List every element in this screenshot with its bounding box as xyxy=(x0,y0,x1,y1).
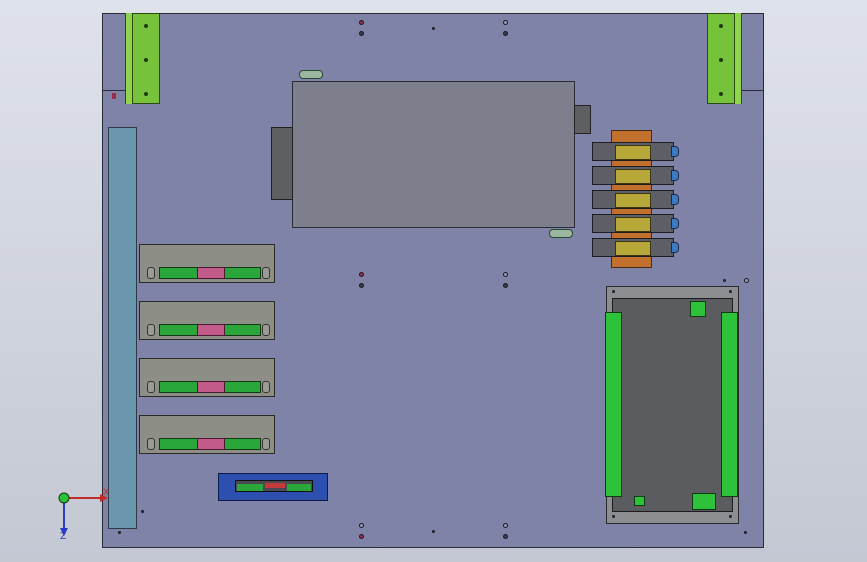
controller-screw xyxy=(612,515,615,518)
driver-slot xyxy=(147,267,155,279)
fastener-dot xyxy=(359,20,364,25)
driver-slot xyxy=(147,381,155,393)
fastener-dot xyxy=(503,20,508,25)
valve-cap xyxy=(671,170,679,181)
fastener-dot xyxy=(432,27,435,30)
valve-cap xyxy=(671,242,679,253)
rail-hole xyxy=(719,24,723,28)
valve-coil xyxy=(615,241,651,256)
driver-slot xyxy=(147,438,155,450)
power-supply-clip-top xyxy=(299,70,323,79)
driver-slot xyxy=(262,381,270,393)
solenoid-valve[interactable] xyxy=(592,166,679,185)
valve-coil xyxy=(615,145,651,160)
driver-terminal xyxy=(159,381,261,393)
solenoid-valve[interactable] xyxy=(592,238,679,257)
solenoid-valve[interactable] xyxy=(592,214,679,233)
valve-coil xyxy=(615,217,651,232)
din-rail xyxy=(108,127,137,529)
power-supply-side-left xyxy=(271,127,293,200)
fastener-dot xyxy=(432,530,435,533)
y-axis-origin xyxy=(58,492,70,504)
rail-hole xyxy=(719,58,723,62)
controller-led xyxy=(634,496,645,506)
controller-screw xyxy=(612,290,615,293)
driver-terminal-mid xyxy=(197,267,225,279)
plate-marker-red xyxy=(112,93,116,99)
board-terminal-green-left xyxy=(237,484,263,491)
terminal-board[interactable] xyxy=(218,473,328,501)
driver-terminal-mid xyxy=(197,324,225,336)
fastener-dot xyxy=(503,31,508,36)
driver-terminal-mid xyxy=(197,381,225,393)
stepper-driver-2[interactable] xyxy=(139,301,275,340)
driver-terminal xyxy=(159,267,261,279)
x-axis-label: X xyxy=(103,488,110,498)
fastener-dot xyxy=(503,272,508,277)
fastener-dot xyxy=(359,272,364,277)
fastener-dot xyxy=(359,534,364,539)
driver-terminal xyxy=(159,438,261,450)
rail-hole xyxy=(144,58,148,62)
power-supply-side-right xyxy=(574,105,591,134)
fastener-dot xyxy=(503,534,508,539)
fastener-dot xyxy=(503,523,508,528)
rail-strip-right xyxy=(734,13,742,104)
rail-hole xyxy=(144,24,148,28)
driver-slot xyxy=(262,438,270,450)
rail-left xyxy=(132,13,160,104)
fastener-dot xyxy=(744,278,749,283)
driver-terminal-mid xyxy=(197,438,225,450)
fastener-dot xyxy=(359,283,364,288)
fastener-dot xyxy=(359,523,364,528)
solenoid-valve[interactable] xyxy=(592,142,679,161)
driver-slot xyxy=(262,267,270,279)
power-supply-box[interactable] xyxy=(292,81,575,228)
z-axis-label: Z xyxy=(60,532,67,542)
valve-cap xyxy=(671,218,679,229)
fastener-dot xyxy=(723,279,726,282)
board-terminal-green-right xyxy=(287,484,311,491)
rail-hole xyxy=(719,92,723,96)
stepper-driver-4[interactable] xyxy=(139,415,275,454)
rail-right xyxy=(707,13,735,104)
controller-terminal-left xyxy=(605,312,622,497)
valve-coil xyxy=(615,169,651,184)
stepper-driver-3[interactable] xyxy=(139,358,275,397)
controller-terminal-right xyxy=(721,312,738,497)
driver-slot xyxy=(147,324,155,336)
motion-controller[interactable] xyxy=(612,298,733,512)
board-terminal-red xyxy=(265,483,285,488)
fastener-dot xyxy=(503,283,508,288)
stepper-driver-1[interactable] xyxy=(139,244,275,283)
controller-screw xyxy=(729,515,732,518)
fastener-dot xyxy=(141,510,144,513)
fastener-dot xyxy=(744,531,747,534)
driver-terminal xyxy=(159,324,261,336)
controller-connector-bottom xyxy=(692,493,716,510)
valve-coil xyxy=(615,193,651,208)
valve-cap xyxy=(671,194,679,205)
fastener-dot xyxy=(359,31,364,36)
valve-cap xyxy=(671,146,679,157)
power-supply-clip-bottom xyxy=(549,229,573,238)
controller-screw xyxy=(729,290,732,293)
solenoid-valve[interactable] xyxy=(592,190,679,209)
driver-slot xyxy=(262,324,270,336)
controller-connector-top xyxy=(690,301,706,317)
rail-hole xyxy=(144,92,148,96)
